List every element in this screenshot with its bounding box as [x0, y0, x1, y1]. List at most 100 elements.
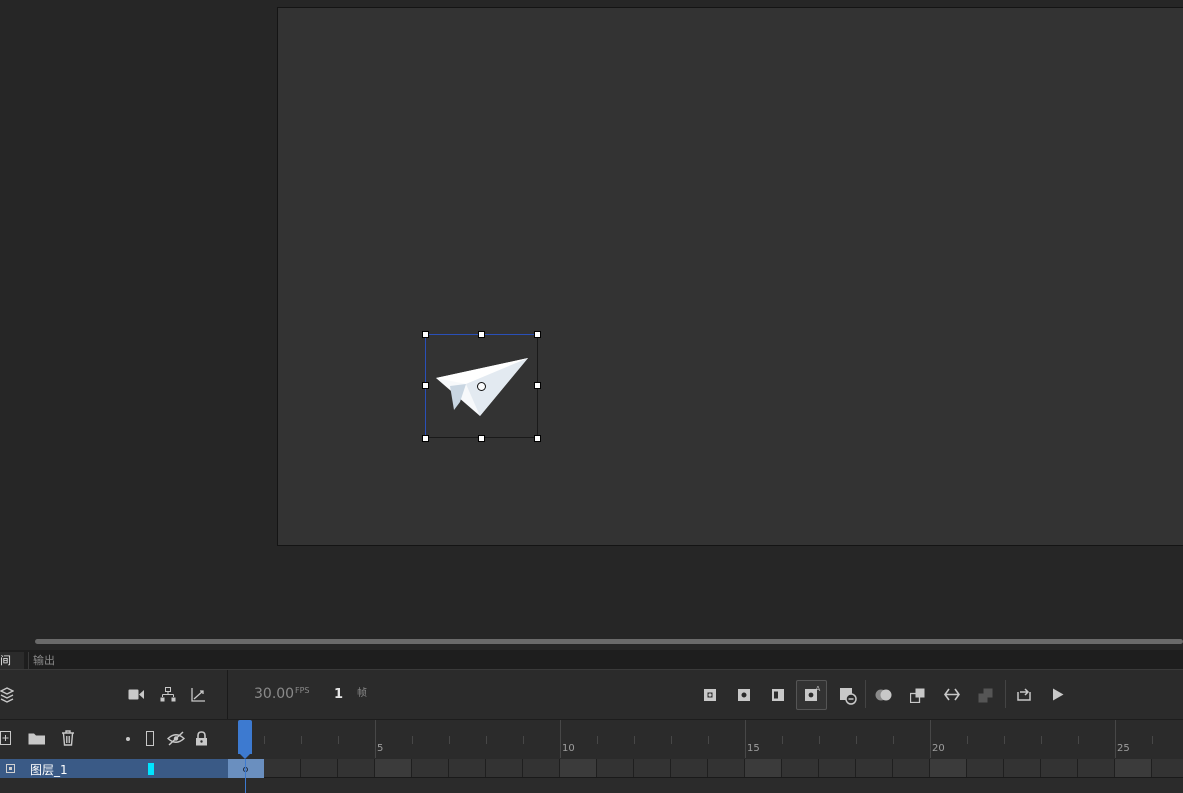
ruler-minor-tick — [338, 736, 339, 744]
frame-cell[interactable] — [1004, 759, 1041, 777]
frame-cell[interactable] — [1078, 759, 1115, 777]
ruler-label-20: 20 — [932, 743, 945, 754]
graph-icon[interactable] — [191, 688, 206, 702]
dot-icon[interactable] — [126, 737, 130, 741]
frame-cell[interactable] — [782, 759, 819, 777]
frame-ruler[interactable] — [228, 719, 1183, 759]
frame-cell[interactable] — [745, 759, 782, 777]
resize-handle-bottom-left[interactable] — [422, 435, 429, 442]
frame-cell[interactable] — [708, 759, 745, 777]
tab-output[interactable]: 输出 — [28, 652, 59, 669]
swap-icon[interactable] — [944, 688, 960, 701]
ruler-label-10: 10 — [562, 743, 575, 754]
new-layer-icon[interactable] — [0, 731, 12, 745]
svg-text:A: A — [816, 685, 821, 693]
parenting-icon[interactable] — [160, 687, 176, 702]
ruler-tick — [930, 720, 931, 758]
ruler-minor-tick — [1152, 736, 1153, 744]
resize-handle-top[interactable] — [478, 331, 485, 338]
outline-icon[interactable] — [146, 731, 154, 746]
ruler-minor-tick — [708, 736, 709, 744]
frame-cell[interactable] — [634, 759, 671, 777]
edit-multiple-icon[interactable] — [771, 688, 785, 702]
layers-icon[interactable] — [0, 686, 14, 704]
horizontal-scrollbar-thumb[interactable] — [35, 639, 1183, 644]
frame-cell[interactable] — [264, 759, 301, 777]
ruler-minor-tick — [819, 736, 820, 744]
ruler-minor-tick — [264, 736, 265, 744]
frame-cell[interactable] — [1041, 759, 1078, 777]
frame-cell[interactable] — [338, 759, 375, 777]
tween-icon[interactable] — [875, 688, 893, 702]
ruler-label-25: 25 — [1117, 743, 1130, 754]
remove-frame-icon[interactable] — [839, 687, 857, 705]
frame-cell[interactable] — [486, 759, 523, 777]
frame-cell[interactable] — [856, 759, 893, 777]
ruler-minor-tick — [1078, 736, 1079, 744]
frame-cell[interactable] — [523, 759, 560, 777]
resize-handle-bottom-right[interactable] — [534, 435, 541, 442]
ruler-minor-tick — [486, 736, 487, 744]
stage[interactable] — [277, 7, 1183, 546]
fps-unit: FPS — [295, 686, 310, 695]
ruler-tick — [1115, 720, 1116, 758]
ruler-minor-tick — [671, 736, 672, 744]
onion-outline-icon[interactable] — [737, 688, 751, 702]
toolbar-separator — [865, 680, 866, 708]
ruler-minor-tick — [412, 736, 413, 744]
frame-cell[interactable] — [560, 759, 597, 777]
frame-cell[interactable] — [1115, 759, 1152, 777]
convert-icon[interactable] — [910, 688, 925, 703]
layer-type-icon — [6, 764, 15, 773]
resize-handle-right[interactable] — [534, 382, 541, 389]
toolbar-separator-2 — [1005, 680, 1006, 708]
current-frame-field[interactable]: 1 — [334, 687, 343, 702]
frame-cell[interactable] — [671, 759, 708, 777]
paste-icon — [978, 688, 993, 703]
fps-value[interactable]: 30.00 — [254, 686, 294, 702]
frame-cell[interactable] — [1152, 759, 1183, 777]
resize-handle-top-right[interactable] — [534, 331, 541, 338]
playhead-line — [245, 759, 246, 793]
registration-point[interactable] — [477, 382, 486, 391]
camera-icon[interactable] — [128, 688, 145, 701]
ruler-minor-tick — [449, 736, 450, 744]
frame-cell[interactable] — [301, 759, 338, 777]
frame-cell[interactable] — [597, 759, 634, 777]
new-folder-icon[interactable] — [28, 732, 46, 745]
ruler-minor-tick — [893, 736, 894, 744]
ruler-minor-tick — [856, 736, 857, 744]
frame-cell[interactable] — [375, 759, 412, 777]
frame-cell[interactable] — [893, 759, 930, 777]
ruler-label-5: 5 — [377, 743, 384, 754]
ruler-minor-tick — [1041, 736, 1042, 744]
playhead[interactable] — [238, 720, 252, 754]
resize-handle-left[interactable] — [422, 382, 429, 389]
auto-keyframe-icon: A — [805, 685, 821, 701]
ruler-label-15: 15 — [747, 743, 760, 754]
ruler-tick — [745, 720, 746, 758]
ruler-minor-tick — [967, 736, 968, 744]
resize-handle-top-left[interactable] — [422, 331, 429, 338]
lock-icon[interactable] — [195, 731, 208, 746]
frame-cell[interactable] — [819, 759, 856, 777]
layer-name[interactable]: 图层_1 — [30, 761, 68, 778]
tab-timeline[interactable]: 间轴 — [0, 652, 24, 684]
visibility-icon[interactable] — [167, 731, 185, 746]
timeline-empty-area — [0, 778, 1183, 793]
loop-icon[interactable] — [1016, 687, 1032, 701]
resize-handle-bottom[interactable] — [478, 435, 485, 442]
delete-icon[interactable] — [61, 730, 75, 746]
ruler-tick — [560, 720, 561, 758]
ruler-minor-tick — [782, 736, 783, 744]
frame-unit: 帧 — [357, 688, 367, 699]
layer-color-swatch[interactable] — [148, 763, 154, 775]
frame-cell[interactable] — [967, 759, 1004, 777]
ruler-minor-tick — [301, 736, 302, 744]
frame-cell[interactable] — [412, 759, 449, 777]
playhead-tip — [238, 752, 252, 759]
onion-skin-icon[interactable] — [703, 688, 717, 702]
play-icon[interactable] — [1052, 688, 1064, 701]
frame-cell[interactable] — [930, 759, 967, 777]
frame-cell[interactable] — [449, 759, 486, 777]
